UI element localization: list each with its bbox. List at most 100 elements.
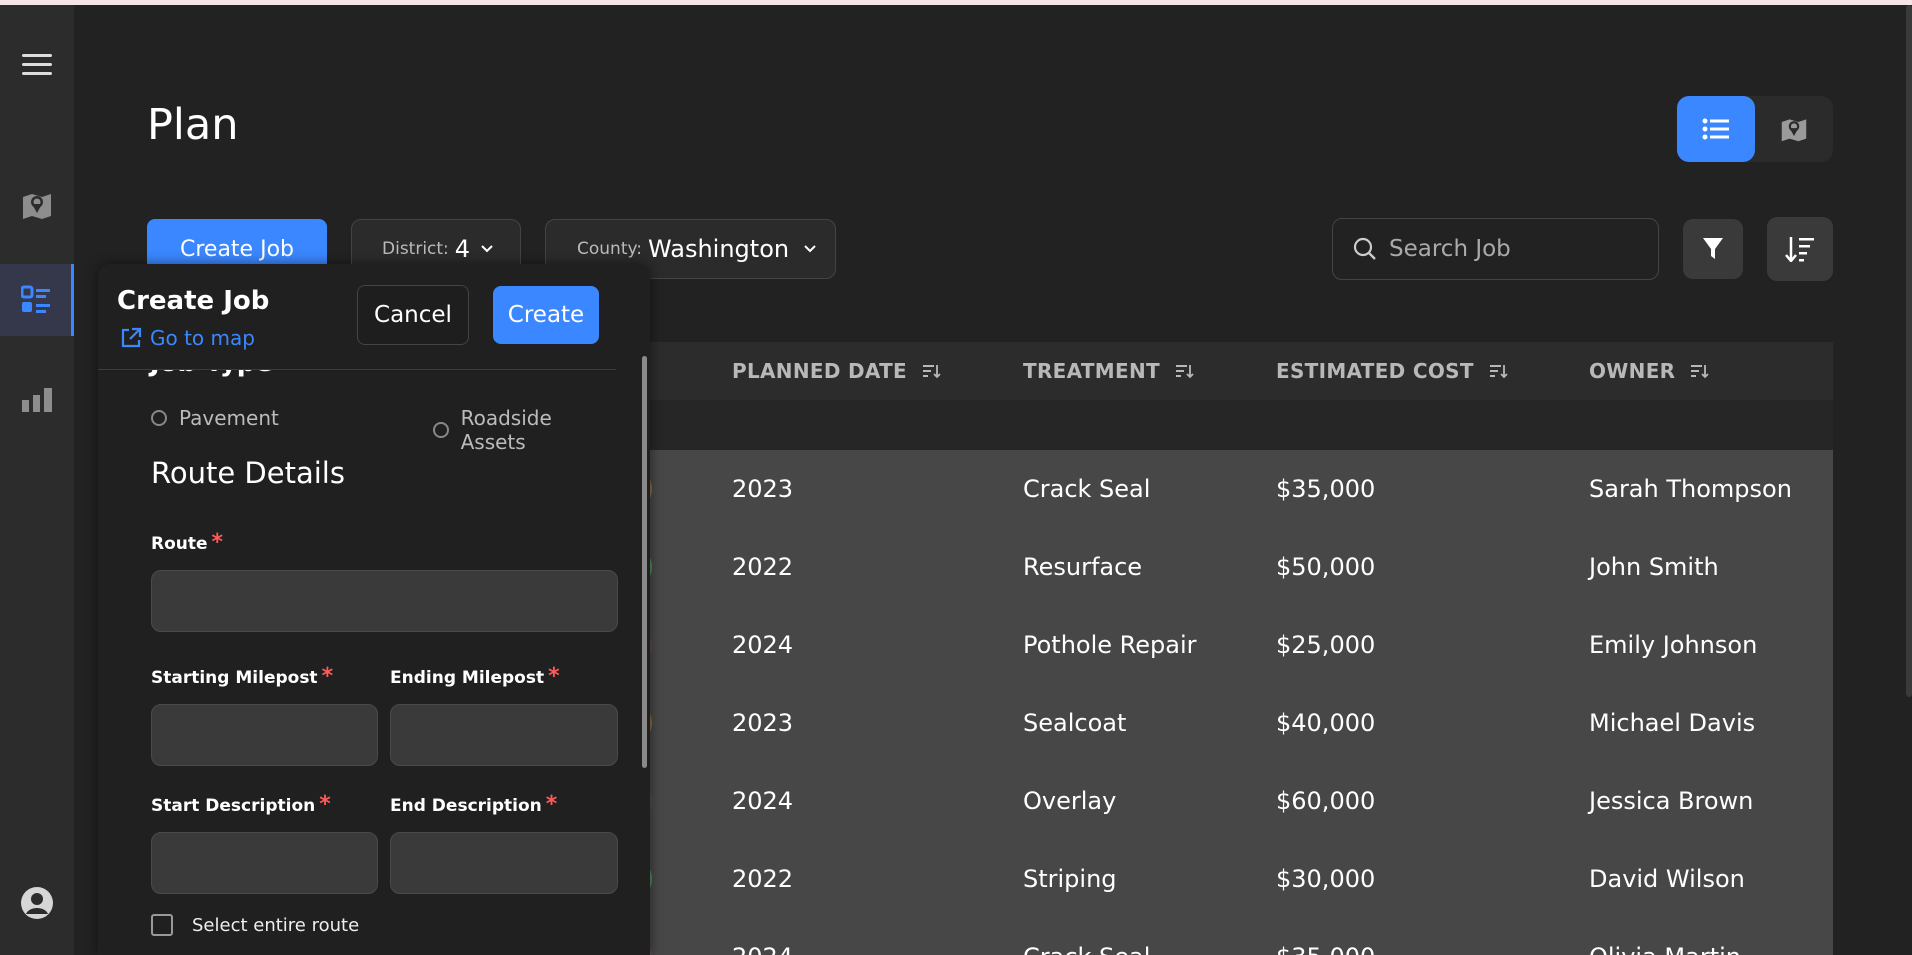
panel-title: Create Job	[117, 286, 270, 316]
end-description-input[interactable]	[390, 832, 618, 894]
cell-estimated-cost: $35,000	[1276, 918, 1375, 955]
ending-milepost-input[interactable]	[390, 704, 618, 766]
radio-roadside-assets[interactable]: Roadside Assets	[433, 406, 618, 454]
cell-estimated-cost: $60,000	[1276, 787, 1376, 815]
route-details-heading: Route Details	[151, 456, 345, 490]
create-job-panel: Create Job Go to map Cancel Create Job T…	[98, 264, 650, 955]
starting-milepost-label: Starting Milepost *	[151, 664, 334, 689]
sidebar-item-plan[interactable]	[0, 264, 74, 336]
sort-icon	[1691, 365, 1710, 379]
column-header-treatment[interactable]: TREATMENT	[1023, 342, 1194, 400]
column-header-owner[interactable]: OWNER	[1589, 342, 1710, 400]
cell-owner: Emily Johnson	[1589, 631, 1758, 659]
district-label: District:	[382, 239, 449, 259]
cell-owner: Olivia Martin	[1589, 918, 1741, 955]
radio-circle[interactable]	[433, 422, 449, 438]
table-row[interactable]: 2024 Pothole Repair $25,000 Emily Johnson	[646, 606, 1833, 684]
bar-chart-icon[interactable]	[0, 363, 74, 435]
map-pin-icon[interactable]	[0, 169, 74, 241]
county-label: County:	[577, 239, 643, 259]
route-input[interactable]	[151, 570, 618, 632]
cell-planned-date: 2023	[732, 475, 794, 503]
list-icon	[1702, 118, 1729, 140]
cell-treatment: Resurface	[1023, 553, 1143, 581]
search-placeholder: Search Job	[1389, 236, 1511, 262]
cell-planned-date: 2022	[732, 865, 794, 893]
table-group-row	[646, 400, 1833, 450]
job-type-heading: Job Type	[150, 370, 273, 378]
filter-icon	[1703, 238, 1723, 259]
table-body: 2023 Crack Seal $35,000 Sarah Thompson 2022 R…	[646, 450, 1833, 955]
cell-estimated-cost: $50,000	[1276, 553, 1376, 581]
cell-treatment: Pothole Repair	[1023, 631, 1197, 659]
hamburger-icon[interactable]	[0, 29, 74, 101]
cell-planned-date: 2023	[732, 709, 794, 737]
external-link-icon	[121, 327, 142, 348]
cancel-button[interactable]: Cancel	[357, 285, 469, 345]
cell-planned-date: 2024	[732, 918, 793, 955]
list-icon	[20, 285, 50, 313]
map-view-button[interactable]	[1755, 96, 1833, 162]
column-header-estimated-cost[interactable]: ESTIMATED COST	[1276, 342, 1508, 400]
list-view-button[interactable]	[1677, 96, 1755, 162]
cell-planned-date: 2024	[732, 787, 794, 815]
cell-treatment: Overlay	[1023, 787, 1117, 815]
table-row[interactable]: 2024 Overlay $60,000 Jessica Brown	[646, 762, 1833, 840]
cell-owner: John Smith	[1589, 553, 1719, 581]
search-input[interactable]: Search Job	[1332, 218, 1659, 280]
table-row[interactable]: 2023 Crack Seal $35,000 Sarah Thompson	[646, 450, 1833, 528]
cell-estimated-cost: $30,000	[1276, 865, 1376, 893]
county-value: Washington	[648, 235, 790, 263]
radio-circle[interactable]	[151, 410, 167, 426]
start-description-input[interactable]	[151, 832, 378, 894]
radio-pavement[interactable]: Pavement	[151, 406, 279, 430]
table-row[interactable]: 2023 Sealcoat $40,000 Michael Davis	[646, 684, 1833, 762]
chevron-down-icon	[804, 245, 816, 253]
cell-estimated-cost: $25,000	[1276, 631, 1376, 659]
table-header: PLANNED DATE TREATMENT ESTIMATED COST OW…	[646, 342, 1833, 400]
table-row[interactable]: 2022 Striping $30,000 David Wilson	[646, 840, 1833, 918]
table-row[interactable]: 2024 Crack Seal $35,000 Olivia Martin	[646, 918, 1833, 955]
search-icon	[1353, 237, 1376, 260]
sort-descending-icon	[1785, 237, 1814, 262]
user-circle-icon[interactable]	[0, 867, 74, 939]
view-toggle	[1677, 96, 1833, 162]
filter-button[interactable]	[1683, 219, 1743, 279]
cell-planned-date: 2022	[732, 553, 794, 581]
page-scrollbar[interactable]	[1906, 5, 1912, 697]
sort-button[interactable]	[1767, 217, 1833, 281]
create-button[interactable]: Create	[493, 286, 599, 344]
end-description-label: End Description *	[390, 792, 558, 817]
cell-estimated-cost: $40,000	[1276, 709, 1376, 737]
ending-milepost-label: Ending Milepost *	[390, 664, 560, 689]
select-entire-route-label: Select entire route	[192, 915, 360, 936]
column-header-planned-date[interactable]: PLANNED DATE	[732, 342, 941, 400]
sort-icon	[1175, 365, 1194, 379]
sort-icon	[1489, 365, 1508, 379]
chevron-down-icon	[481, 245, 493, 253]
panel-scrollbar[interactable]	[642, 356, 647, 768]
cell-treatment: Crack Seal	[1023, 918, 1150, 955]
cell-treatment: Striping	[1023, 865, 1117, 893]
cell-estimated-cost: $35,000	[1276, 475, 1376, 503]
window-top-border	[0, 0, 1912, 5]
start-description-label: Start Description *	[151, 792, 331, 817]
panel-form: Job Type Pavement Roadside Assets Route …	[98, 370, 618, 955]
cell-treatment: Crack Seal	[1023, 475, 1151, 503]
district-value: 4	[454, 235, 471, 263]
page-title: Plan	[147, 100, 239, 150]
map-pin-icon	[1781, 119, 1807, 142]
cell-treatment: Sealcoat	[1023, 709, 1127, 737]
route-label: Route *	[151, 530, 224, 555]
sort-icon	[923, 365, 941, 379]
cell-owner: Michael Davis	[1589, 709, 1756, 737]
cell-planned-date: 2024	[732, 631, 794, 659]
starting-milepost-input[interactable]	[151, 704, 378, 766]
cell-owner: David Wilson	[1589, 865, 1745, 893]
table-row[interactable]: 2022 Resurface $50,000 John Smith	[646, 528, 1833, 606]
go-to-map-link[interactable]: Go to map	[120, 326, 255, 350]
cell-owner: Sarah Thompson	[1589, 475, 1792, 503]
sidebar	[0, 5, 74, 955]
select-entire-route-checkbox[interactable]	[151, 914, 173, 936]
cell-owner: Jessica Brown	[1589, 787, 1754, 815]
